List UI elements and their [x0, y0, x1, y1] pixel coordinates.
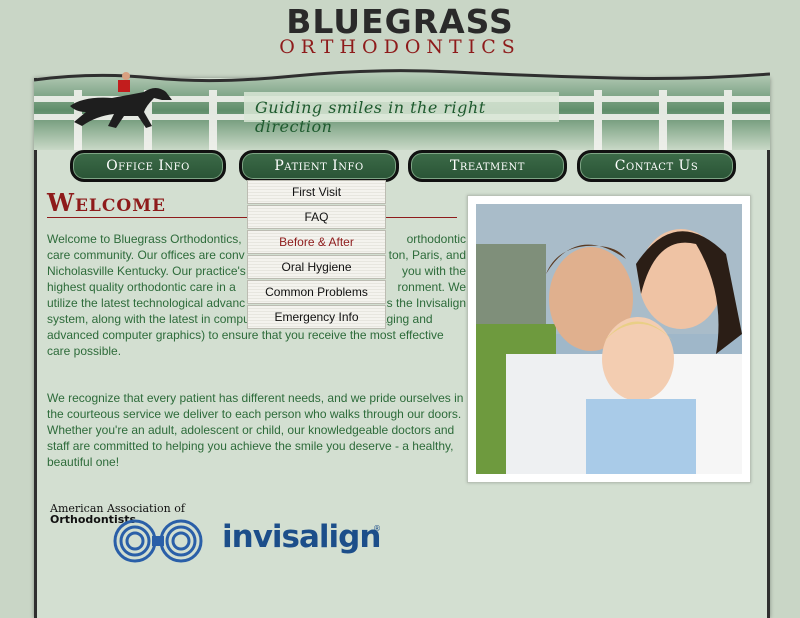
welcome-paragraph-1-right: orthodontic ton, Paris, and you with the… — [386, 231, 466, 311]
banner-tagline: Guiding smiles in the right direction — [255, 98, 486, 136]
invisalign-logo[interactable]: invisalign — [222, 519, 381, 555]
dropdown-item-emergency-info[interactable]: Emergency Info — [247, 305, 386, 329]
para1-right-line: ton, Paris, and — [388, 248, 466, 262]
para1-right-line: s the Invisalign — [386, 296, 466, 310]
family-photo — [476, 204, 742, 474]
para1-right-line: you with the — [401, 264, 466, 278]
invisalign-registered-mark: ® — [373, 524, 381, 533]
para1-right-line: ronment. We — [397, 280, 466, 294]
family-photo-frame — [467, 195, 751, 483]
nav-office-info[interactable]: Office Info — [70, 150, 226, 182]
para1-line: care possible. — [47, 344, 122, 358]
dropdown-item-common-problems[interactable]: Common Problems — [247, 280, 386, 304]
nav-treatment[interactable]: Treatment — [408, 150, 567, 182]
nav-contact-us[interactable]: Contact Us — [577, 150, 736, 182]
aao-logo-icon[interactable] — [112, 518, 204, 564]
dropdown-item-before-after[interactable]: Before & After — [247, 230, 386, 254]
nav-patient-info[interactable]: Patient Info — [239, 150, 399, 182]
page-title: Welcome — [47, 188, 166, 217]
patient-info-dropdown: First Visit FAQ Before & After Oral Hygi… — [247, 180, 386, 330]
dropdown-item-first-visit[interactable]: First Visit — [247, 180, 386, 204]
dropdown-item-oral-hygiene[interactable]: Oral Hygiene — [247, 255, 386, 279]
dropdown-item-faq[interactable]: FAQ — [247, 205, 386, 229]
para1-right-line: orthodontic — [406, 232, 466, 246]
logo-subtitle: ORTHODONTICS — [279, 36, 521, 58]
welcome-paragraph-2: We recognize that every patient has diff… — [47, 391, 464, 469]
